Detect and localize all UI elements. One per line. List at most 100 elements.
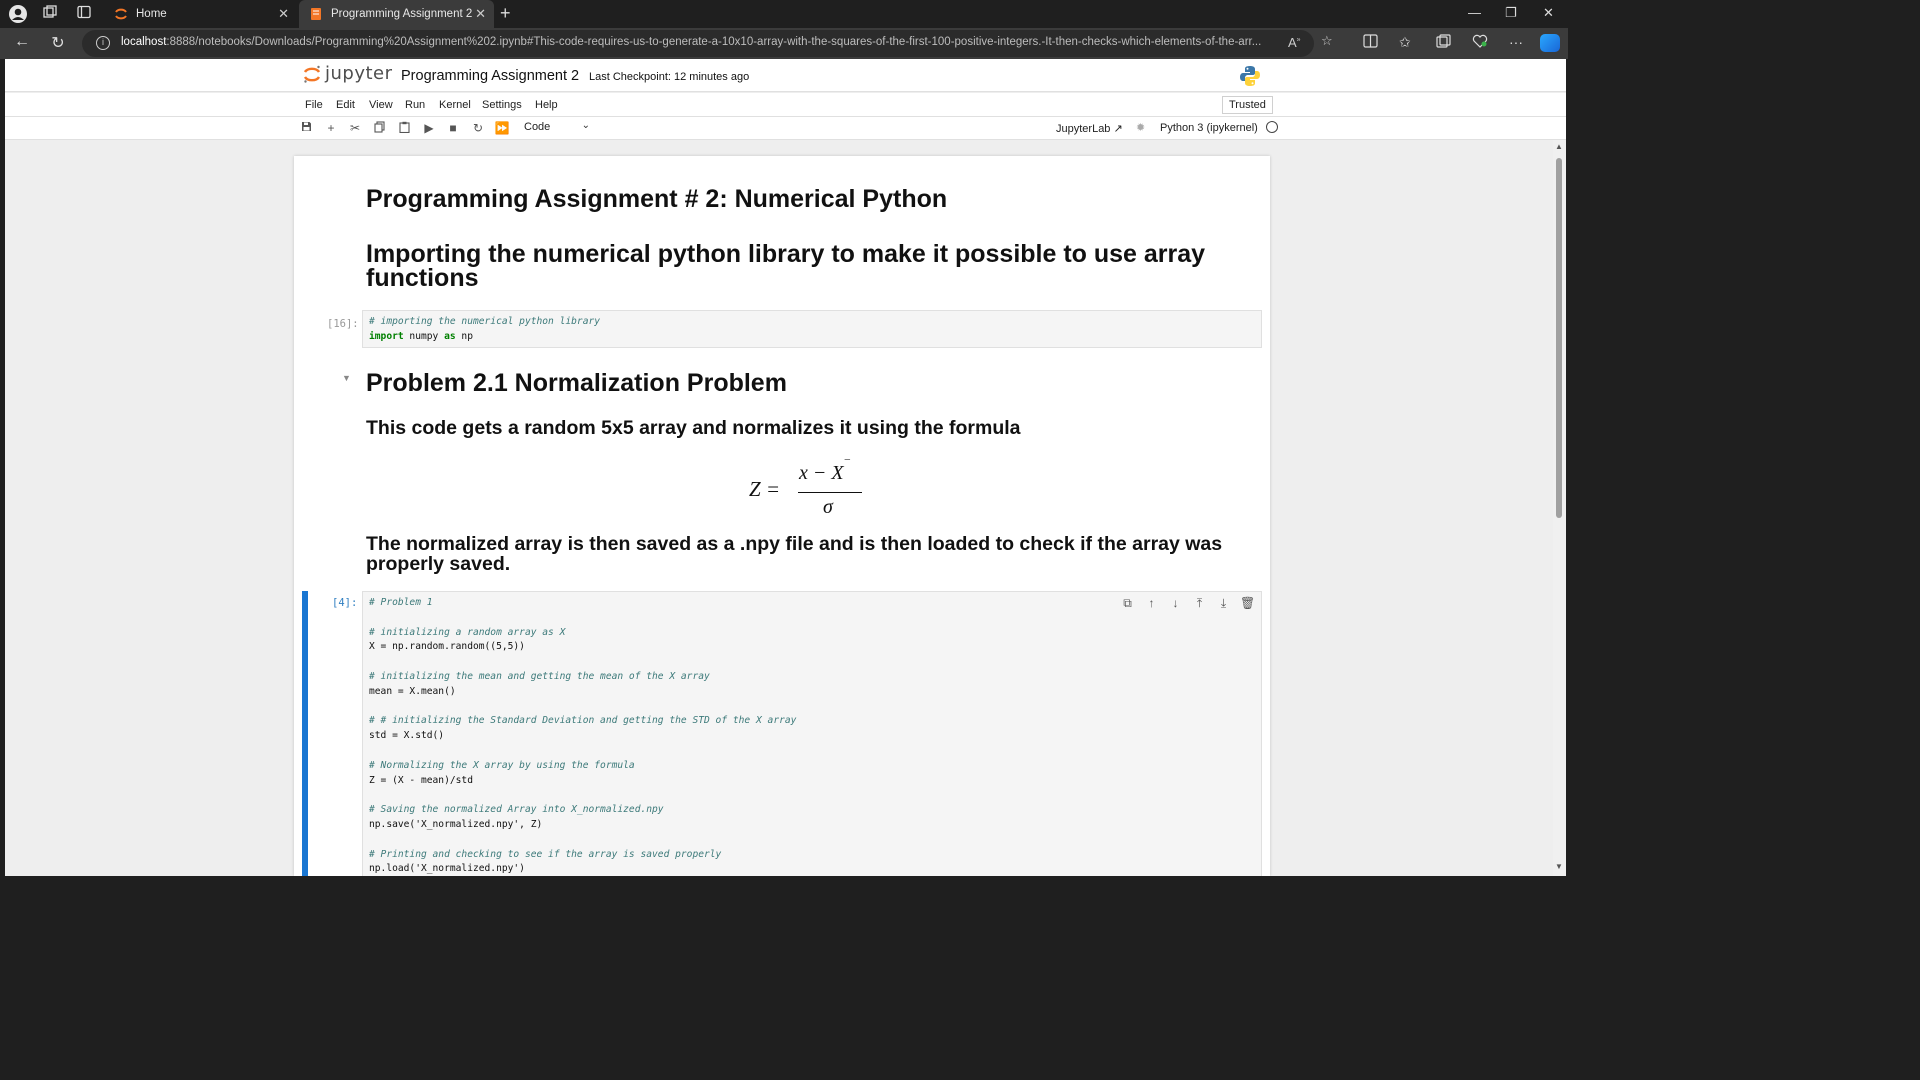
scrollbar-thumb[interactable] (1556, 158, 1562, 518)
url-path: :8888/notebooks/Downloads/Programming%20… (166, 36, 1262, 48)
insert-below-icon[interactable]: ⤓ (1216, 596, 1231, 611)
kernel-name[interactable]: Python 3 (ipykernel) (1160, 122, 1258, 134)
save-icon[interactable] (298, 121, 314, 135)
debugger-icon[interactable]: ✹ (1136, 121, 1145, 134)
insert-above-icon[interactable]: ⤒ (1192, 596, 1207, 611)
code-line: import numpy as np (369, 330, 473, 342)
add-cell-icon[interactable]: + (323, 121, 339, 135)
code-line: Z = (X - mean)/std (369, 774, 1255, 789)
code-cell-import[interactable]: # importing the numerical python library… (362, 310, 1262, 348)
cell-type-value: Code (524, 121, 551, 133)
scroll-up-icon[interactable]: ▲ (1555, 142, 1563, 151)
paste-icon[interactable] (396, 121, 412, 136)
code-statement: mean = X.mean() (369, 685, 456, 697)
cell-type-select[interactable]: Code ⌄ (524, 120, 590, 133)
run-icon[interactable]: ▶ (421, 121, 437, 135)
cut-icon[interactable]: ✂ (347, 121, 363, 135)
scroll-down-icon[interactable]: ▼ (1555, 862, 1563, 871)
tab-programming-assignment[interactable]: Programming Assignment 2 ✕ (299, 0, 494, 28)
restore-icon[interactable]: ❐ (1505, 5, 1517, 21)
jupyter-page: jupyter Programming Assignment 2 Last Ch… (5, 59, 1566, 876)
site-info-icon[interactable]: i (96, 36, 110, 50)
markdown-heading-problem[interactable]: Problem 2.1 Normalization Problem (366, 369, 787, 398)
close-window-icon[interactable]: ✕ (1543, 5, 1554, 21)
trusted-badge[interactable]: Trusted (1222, 96, 1273, 114)
markdown-heading-title[interactable]: Programming Assignment # 2: Numerical Py… (366, 185, 947, 214)
code-keyword-as: as (444, 330, 456, 342)
close-tab-icon[interactable]: ✕ (278, 6, 289, 22)
code-line: # Normalizing the X array by using the f… (369, 759, 1255, 774)
menu-kernel[interactable]: Kernel (439, 99, 471, 111)
copilot-icon[interactable] (1540, 34, 1560, 52)
restart-icon[interactable]: ↻ (470, 121, 486, 135)
workspaces-icon[interactable] (40, 4, 60, 24)
collapse-heading-icon[interactable]: ▼ (342, 373, 351, 383)
code-line: np.load('X_normalized.npy') (369, 862, 1255, 876)
collections-icon[interactable] (1436, 34, 1451, 51)
markdown-heading-import[interactable]: Importing the numerical python library t… (366, 242, 1226, 291)
jupyter-header: jupyter Programming Assignment 2 Last Ch… (5, 59, 1566, 92)
favorite-star-icon[interactable]: ☆ (1321, 33, 1333, 49)
code-comment: # Saving the normalized Array into X_nor… (369, 804, 664, 816)
menu-file[interactable]: File (305, 99, 323, 111)
url-host: localhost (121, 36, 167, 48)
jupyterlab-link-label: JupyterLab (1056, 123, 1111, 135)
url-text[interactable]: localhost:8888/notebooks/Downloads/Progr… (121, 36, 1271, 48)
code-cell-problem1[interactable]: # Problem 1 # initializing a random array… (362, 591, 1262, 876)
formula-numerator: x − X (799, 462, 844, 484)
python-logo-icon (1239, 65, 1261, 87)
browser-essentials-icon[interactable] (1472, 34, 1488, 51)
split-screen-icon[interactable] (1363, 34, 1378, 51)
copy-icon[interactable] (371, 121, 387, 136)
menu-run[interactable]: Run (405, 99, 425, 111)
code-line: # # initializing the Standard Deviation … (369, 714, 1255, 729)
menu-settings[interactable]: Settings (482, 99, 522, 111)
browser-address-bar: ← ↻ i localhost:8888/notebooks/Downloads… (0, 28, 1568, 59)
code-statement: np.save('X_normalized.npy', Z) (369, 818, 543, 830)
notebook-title[interactable]: Programming Assignment 2 (401, 68, 579, 84)
browser-tab-bar: Home ✕ Programming Assignment 2 ✕ + — ❐ … (0, 0, 1568, 28)
move-up-icon[interactable]: ↑ (1144, 596, 1159, 611)
code-line: std = X.std() (369, 729, 1255, 744)
back-icon[interactable]: ← (12, 33, 32, 51)
move-down-icon[interactable]: ↓ (1168, 596, 1183, 611)
tab-home[interactable]: Home ✕ (104, 0, 297, 28)
refresh-icon[interactable]: ↻ (48, 33, 68, 53)
favorites-icon[interactable]: ✩ (1399, 34, 1411, 51)
jupyter-notebook-favicon-icon (309, 7, 323, 21)
read-aloud-icon[interactable]: A» (1288, 35, 1301, 50)
close-tab-icon[interactable]: ✕ (475, 6, 486, 22)
formula-denominator: σ (823, 496, 833, 518)
duplicate-cell-icon[interactable]: ⧉ (1120, 596, 1135, 611)
kernel-status-icon (1266, 121, 1278, 133)
tab-actions-icon[interactable] (74, 4, 94, 24)
markdown-save-description[interactable]: The normalized array is then saved as a … (366, 534, 1226, 574)
menu-view[interactable]: View (369, 99, 393, 111)
code-comment: # Normalizing the X array by using the f… (369, 759, 635, 771)
minimize-icon[interactable]: — (1468, 5, 1481, 20)
code-comment: # importing the numerical python library (369, 316, 601, 327)
fast-forward-icon[interactable]: ⏩ (494, 121, 510, 135)
code-statement: std = X.std() (369, 730, 445, 742)
delete-cell-icon[interactable]: 🗑 (1240, 596, 1255, 611)
jupyter-favicon-icon (114, 7, 128, 21)
interrupt-icon[interactable]: ■ (445, 121, 461, 135)
code-comment: # initializing the mean and getting the … (369, 670, 710, 682)
menu-bar: File Edit View Run Kernel Settings Help … (5, 93, 1566, 117)
notebook-panel: Programming Assignment # 2: Numerical Py… (294, 156, 1270, 876)
vertical-scrollbar[interactable]: ▲ ▼ (1553, 140, 1566, 876)
more-options-icon[interactable]: ··· (1509, 34, 1523, 50)
jupyter-logo[interactable]: jupyter (302, 63, 393, 84)
profile-icon[interactable] (8, 4, 28, 24)
menu-help[interactable]: Help (535, 99, 558, 111)
formula-fraction-bar (798, 492, 862, 494)
markdown-description[interactable]: This code gets a random 5x5 array and no… (366, 417, 1021, 440)
url-field[interactable]: i localhost:8888/notebooks/Downloads/Pro… (82, 30, 1314, 57)
jupyterlab-link[interactable]: JupyterLab ↗ (1056, 122, 1123, 135)
new-tab-icon[interactable]: + (500, 3, 511, 24)
menu-edit[interactable]: Edit (336, 99, 355, 111)
